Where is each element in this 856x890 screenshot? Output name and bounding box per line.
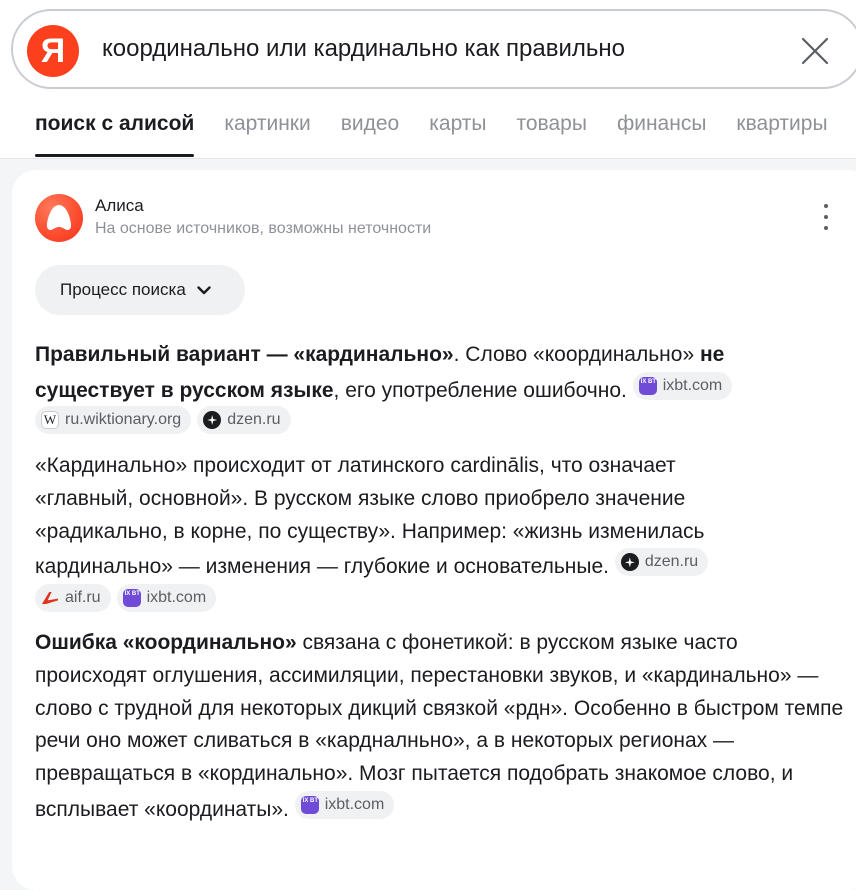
answer-text: «радикально, в корне, по существу». Напр… <box>35 519 705 543</box>
tab-images[interactable]: картинки <box>224 112 310 158</box>
alice-disclaimer: На основе источников, возможны неточност… <box>95 220 432 237</box>
dzen-icon <box>203 411 222 429</box>
search-input[interactable]: координально или кардинально как правиль… <box>102 35 625 63</box>
answer-text: , его употребление ошибочно. <box>333 378 633 402</box>
answer-highlight: Ошибка «координально» <box>35 631 297 654</box>
source-label: ixbt.com <box>324 795 385 813</box>
source-chip-dzen[interactable]: dzen.ru <box>614 548 709 577</box>
wiktionary-icon <box>41 411 59 429</box>
source-label: ixbt.com <box>146 589 207 606</box>
yandex-logo[interactable]: Я <box>27 25 79 77</box>
clear-icon[interactable] <box>799 35 831 67</box>
source-label: aif.ru <box>65 589 101 606</box>
dzen-icon <box>620 553 639 572</box>
source-chip-ixbt[interactable]: ixbt.com <box>116 584 217 612</box>
source-label: dzen.ru <box>644 553 699 571</box>
source-label: ixbt.com <box>662 376 723 394</box>
search-box[interactable]: Я координально или кардинально как прави… <box>11 9 856 89</box>
answer-text: связана с фонетикой: в русском языке час… <box>35 631 844 821</box>
ixbt-icon <box>122 589 141 607</box>
answer-paragraph-3: Ошибка «координально» связана с фонетико… <box>35 627 851 827</box>
answer-text: «главный, основной». В русском языке сло… <box>35 486 686 510</box>
source-chip-dzen[interactable]: dzen.ru <box>197 406 291 434</box>
source-row: aif.ru ixbt.com <box>35 584 217 614</box>
source-row: ru.wiktionary.org dzen.ru <box>35 406 291 436</box>
ixbt-icon <box>300 795 319 814</box>
chevron-down-icon <box>197 286 211 295</box>
source-chip-aif[interactable]: aif.ru <box>35 584 111 612</box>
search-process-button[interactable]: Процесс поиска <box>35 265 245 315</box>
answer-paragraph-2: «Кардинально» происходит от латинского c… <box>35 450 845 584</box>
source-chip-ixbt[interactable]: ixbt.com <box>632 371 733 400</box>
ixbt-icon <box>638 376 657 395</box>
tab-realty[interactable]: квартиры <box>736 112 827 158</box>
tab-maps[interactable]: карты <box>429 112 486 158</box>
source-chip-wiktionary[interactable]: ru.wiktionary.org <box>35 406 192 434</box>
answer-paragraph-1: Правильный вариант — «кардинально». Слов… <box>35 339 845 408</box>
search-process-label: Процесс поиска <box>60 280 186 299</box>
search-tabs: поиск с алисой картинки видео карты това… <box>35 112 856 158</box>
source-label: ru.wiktionary.org <box>65 411 182 428</box>
alice-logo-icon <box>35 194 83 242</box>
tab-finance[interactable]: финансы <box>617 112 706 158</box>
more-menu-icon[interactable] <box>818 204 834 230</box>
source-chip-ixbt[interactable]: ixbt.com <box>294 790 395 819</box>
answer-text: кардинально» — изменения — глубокие и ос… <box>35 555 615 579</box>
answer-highlight: Правильный вариант — «кардинально» <box>35 343 454 366</box>
logo-letter: Я <box>40 31 66 70</box>
tab-alice-search[interactable]: поиск с алисой <box>35 112 195 158</box>
alice-answer-card: Алиса На основе источников, возможны нет… <box>12 170 856 890</box>
aif-icon <box>41 589 59 607</box>
answer-text: . Слово «координально» <box>453 343 700 366</box>
answer-text: «Кардинально» происходит от латинского c… <box>35 454 676 477</box>
header: Я координально или кардинально как прави… <box>0 0 856 159</box>
tab-products[interactable]: товары <box>517 112 587 158</box>
alice-name: Алиса <box>95 196 144 215</box>
tab-video[interactable]: видео <box>341 112 400 158</box>
source-label: dzen.ru <box>227 411 281 428</box>
